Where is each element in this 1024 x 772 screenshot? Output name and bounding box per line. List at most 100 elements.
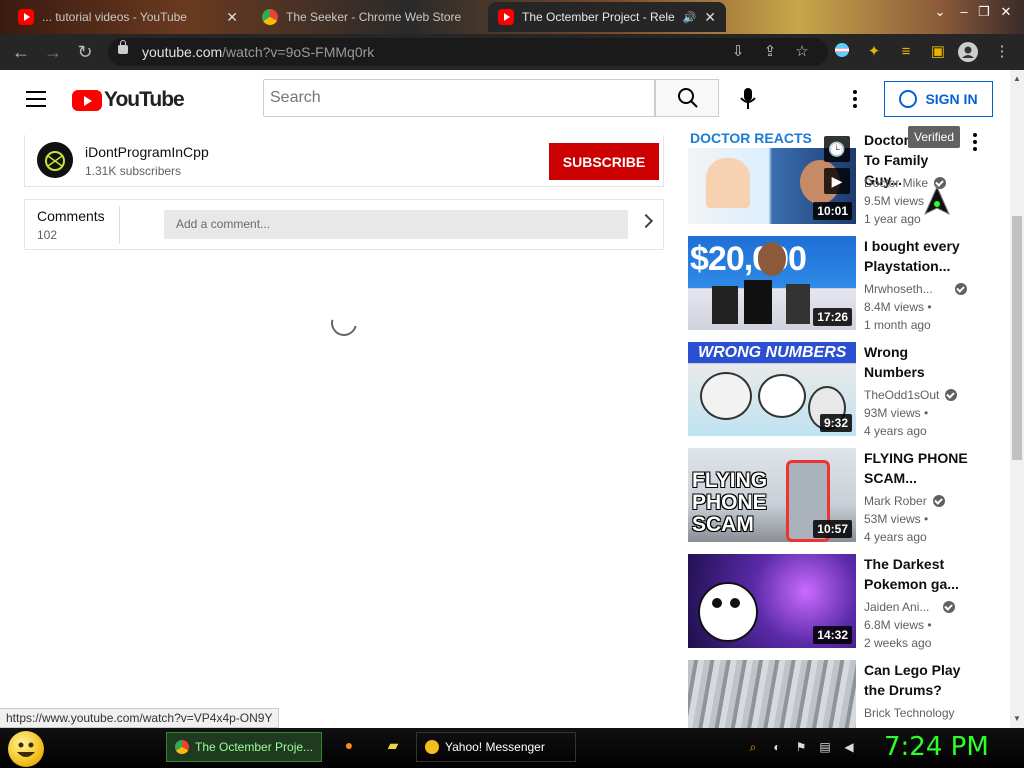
search-button[interactable] <box>655 79 719 117</box>
add-to-queue-icon[interactable]: ▶ <box>824 168 850 194</box>
microphone-icon[interactable] <box>738 88 758 110</box>
start-smiley-icon[interactable] <box>8 731 44 767</box>
video-title[interactable]: Can Lego Play the Drums? <box>864 660 964 700</box>
video-thumbnail[interactable]: FLYING PHONE SCAM 10:57 <box>688 448 856 542</box>
taskbar-item-yahoo-messenger[interactable]: Yahoo! Messenger <box>416 732 576 762</box>
thumbnail-text: WRONG NUMBERS <box>698 344 847 361</box>
browser-tab[interactable]: The Seeker - Chrome Web Store <box>252 2 486 32</box>
taskbar: The Octember Proje... ● ▰ Yahoo! Messeng… <box>0 728 1024 768</box>
scroll-down-icon[interactable]: ▼ <box>1013 714 1021 723</box>
browser-tab-active[interactable]: The Octember Project - Rele 🔊 ✕ <box>488 2 726 32</box>
verified-icon <box>954 283 967 295</box>
lock-icon <box>118 40 128 54</box>
verified-icon <box>945 389 958 401</box>
minimize-icon[interactable]: – <box>954 4 974 19</box>
share-icon[interactable]: ⇪ <box>760 42 780 62</box>
back-icon[interactable]: ← <box>10 42 32 62</box>
forward-icon[interactable]: → <box>42 42 64 62</box>
channel-name[interactable]: Brick Technology <box>864 706 955 720</box>
video-duration: 14:32 <box>813 626 852 644</box>
chevron-right-icon[interactable] <box>638 213 654 229</box>
upload-age: 1 year ago <box>864 212 921 226</box>
video-thumbnail[interactable]: $20,000 17:26 <box>688 236 856 330</box>
search-icon <box>678 88 698 108</box>
subscribe-button[interactable]: SUBSCRIBE <box>549 143 659 180</box>
view-count: 53M views • <box>864 512 929 526</box>
video-thumbnail[interactable]: 14:32 <box>688 554 856 648</box>
speaker-icon[interactable]: 🔊 <box>683 11 697 24</box>
firefox-icon[interactable]: ● <box>340 738 358 756</box>
channel-name[interactable]: TheOdd1sOut <box>864 388 958 402</box>
profile-icon[interactable] <box>958 42 978 62</box>
view-count: 9.5M views <box>864 194 925 208</box>
video-thumbnail[interactable] <box>688 660 856 728</box>
youtube-logo[interactable]: YouTube <box>72 88 185 112</box>
address-bar[interactable]: youtube.com/watch?v=9oS-FMMq0rk ⇩ ⇪ ☆ <box>108 38 828 66</box>
youtube-play-icon <box>72 89 102 111</box>
cursor-icon <box>924 186 950 216</box>
install-icon[interactable]: ⇩ <box>728 42 748 62</box>
recommended-video[interactable]: Can Lego Play the Drums? Brick Technology <box>688 660 998 728</box>
extension-flag-icon[interactable] <box>832 42 852 62</box>
account-icon <box>899 90 918 108</box>
youtube-icon <box>18 9 34 25</box>
chrome-web-store-icon <box>262 9 278 25</box>
restore-icon[interactable]: ❐ <box>974 4 994 20</box>
reload-icon[interactable]: ↻ <box>74 42 96 62</box>
search-input[interactable] <box>263 79 655 117</box>
network-icon[interactable]: ▤ <box>818 740 832 754</box>
bookmark-star-icon[interactable]: ☆ <box>792 42 812 62</box>
video-title[interactable]: Wrong Numbers <box>864 342 964 382</box>
video-title[interactable]: I bought every Playstation... <box>864 236 964 276</box>
loading-spinner-icon <box>326 305 362 341</box>
add-comment-input[interactable]: Add a comment... <box>164 210 628 239</box>
video-title[interactable]: The Darkest Pokemon ga... <box>864 554 964 594</box>
puzzle-icon[interactable]: ✦ <box>864 42 884 62</box>
settings-more-icon[interactable] <box>850 90 860 110</box>
verified-tooltip: Verified <box>908 126 961 148</box>
verified-icon <box>943 601 956 613</box>
thumbnail-text: DOCTOR REACTS <box>690 130 812 146</box>
sign-in-button[interactable]: SIGN IN <box>884 81 993 117</box>
browser-toolbar: ← → ↻ youtube.com/watch?v=9oS-FMMq0rk ⇩ … <box>0 34 1024 70</box>
upload-age: 1 month ago <box>864 318 931 332</box>
tray-circle-icon[interactable]: ◐ <box>770 740 784 754</box>
playlist-icon[interactable]: ≡ <box>896 42 916 62</box>
browser-tab[interactable]: ... tutorial videos - YouTube ✕ <box>8 2 248 32</box>
close-icon[interactable]: ✕ <box>226 9 238 26</box>
youtube-header: YouTube SIGN IN <box>0 70 1010 130</box>
hamburger-menu-icon[interactable] <box>26 91 46 107</box>
recommended-video[interactable]: FLYING PHONE SCAM 10:57 FLYING PHONE SCAM… <box>688 448 998 544</box>
thumbnail-text: $20,000 <box>690 240 807 278</box>
browser-menu-icon[interactable]: ⋮ <box>992 42 1012 62</box>
channel-name[interactable]: Mrwhoseth... <box>864 282 967 296</box>
flag-icon[interactable]: ⚑ <box>794 740 808 754</box>
page-scrollbar[interactable]: ▲ ▼ <box>1010 70 1024 728</box>
recommended-video[interactable]: 14:32 The Darkest Pokemon ga... Jaiden An… <box>688 554 998 650</box>
volume-icon[interactable]: ◀ <box>842 740 856 754</box>
channel-name[interactable]: Jaiden Ani... <box>864 600 956 614</box>
taskbar-item-chrome[interactable]: The Octember Proje... <box>166 732 322 762</box>
video-thumbnail[interactable]: WRONG NUMBERS 9:32 <box>688 342 856 436</box>
comments-title: Comments <box>37 208 105 224</box>
folder-icon[interactable]: ▰ <box>384 738 402 756</box>
watch-later-icon[interactable]: 🕒 <box>824 136 850 162</box>
window-close-icon[interactable]: ✕ <box>996 4 1016 20</box>
more-actions-icon[interactable] <box>972 133 978 153</box>
comments-count: 102 <box>37 228 58 242</box>
video-duration: 17:26 <box>813 308 852 326</box>
video-title[interactable]: FLYING PHONE SCAM... <box>864 448 984 488</box>
search-icon[interactable]: ⌕ <box>746 740 760 754</box>
channel-avatar[interactable] <box>37 142 73 178</box>
close-icon[interactable]: ✕ <box>704 9 716 26</box>
scrollbar-thumb[interactable] <box>1012 216 1022 460</box>
chevron-down-icon[interactable]: ⌄ <box>930 4 950 20</box>
channel-name[interactable]: iDontProgramInCpp <box>85 144 209 160</box>
scroll-up-icon[interactable]: ▲ <box>1013 74 1021 83</box>
upload-age: 2 weeks ago <box>864 636 932 650</box>
clock[interactable]: 7:24 PM <box>884 732 989 762</box>
recommended-video[interactable]: WRONG NUMBERS 9:32 Wrong Numbers TheOdd1s… <box>688 342 998 438</box>
sidebar-icon[interactable]: ▣ <box>928 42 948 62</box>
recommended-video[interactable]: $20,000 17:26 I bought every Playstation.… <box>688 236 998 332</box>
channel-name[interactable]: Mark Rober <box>864 494 945 508</box>
